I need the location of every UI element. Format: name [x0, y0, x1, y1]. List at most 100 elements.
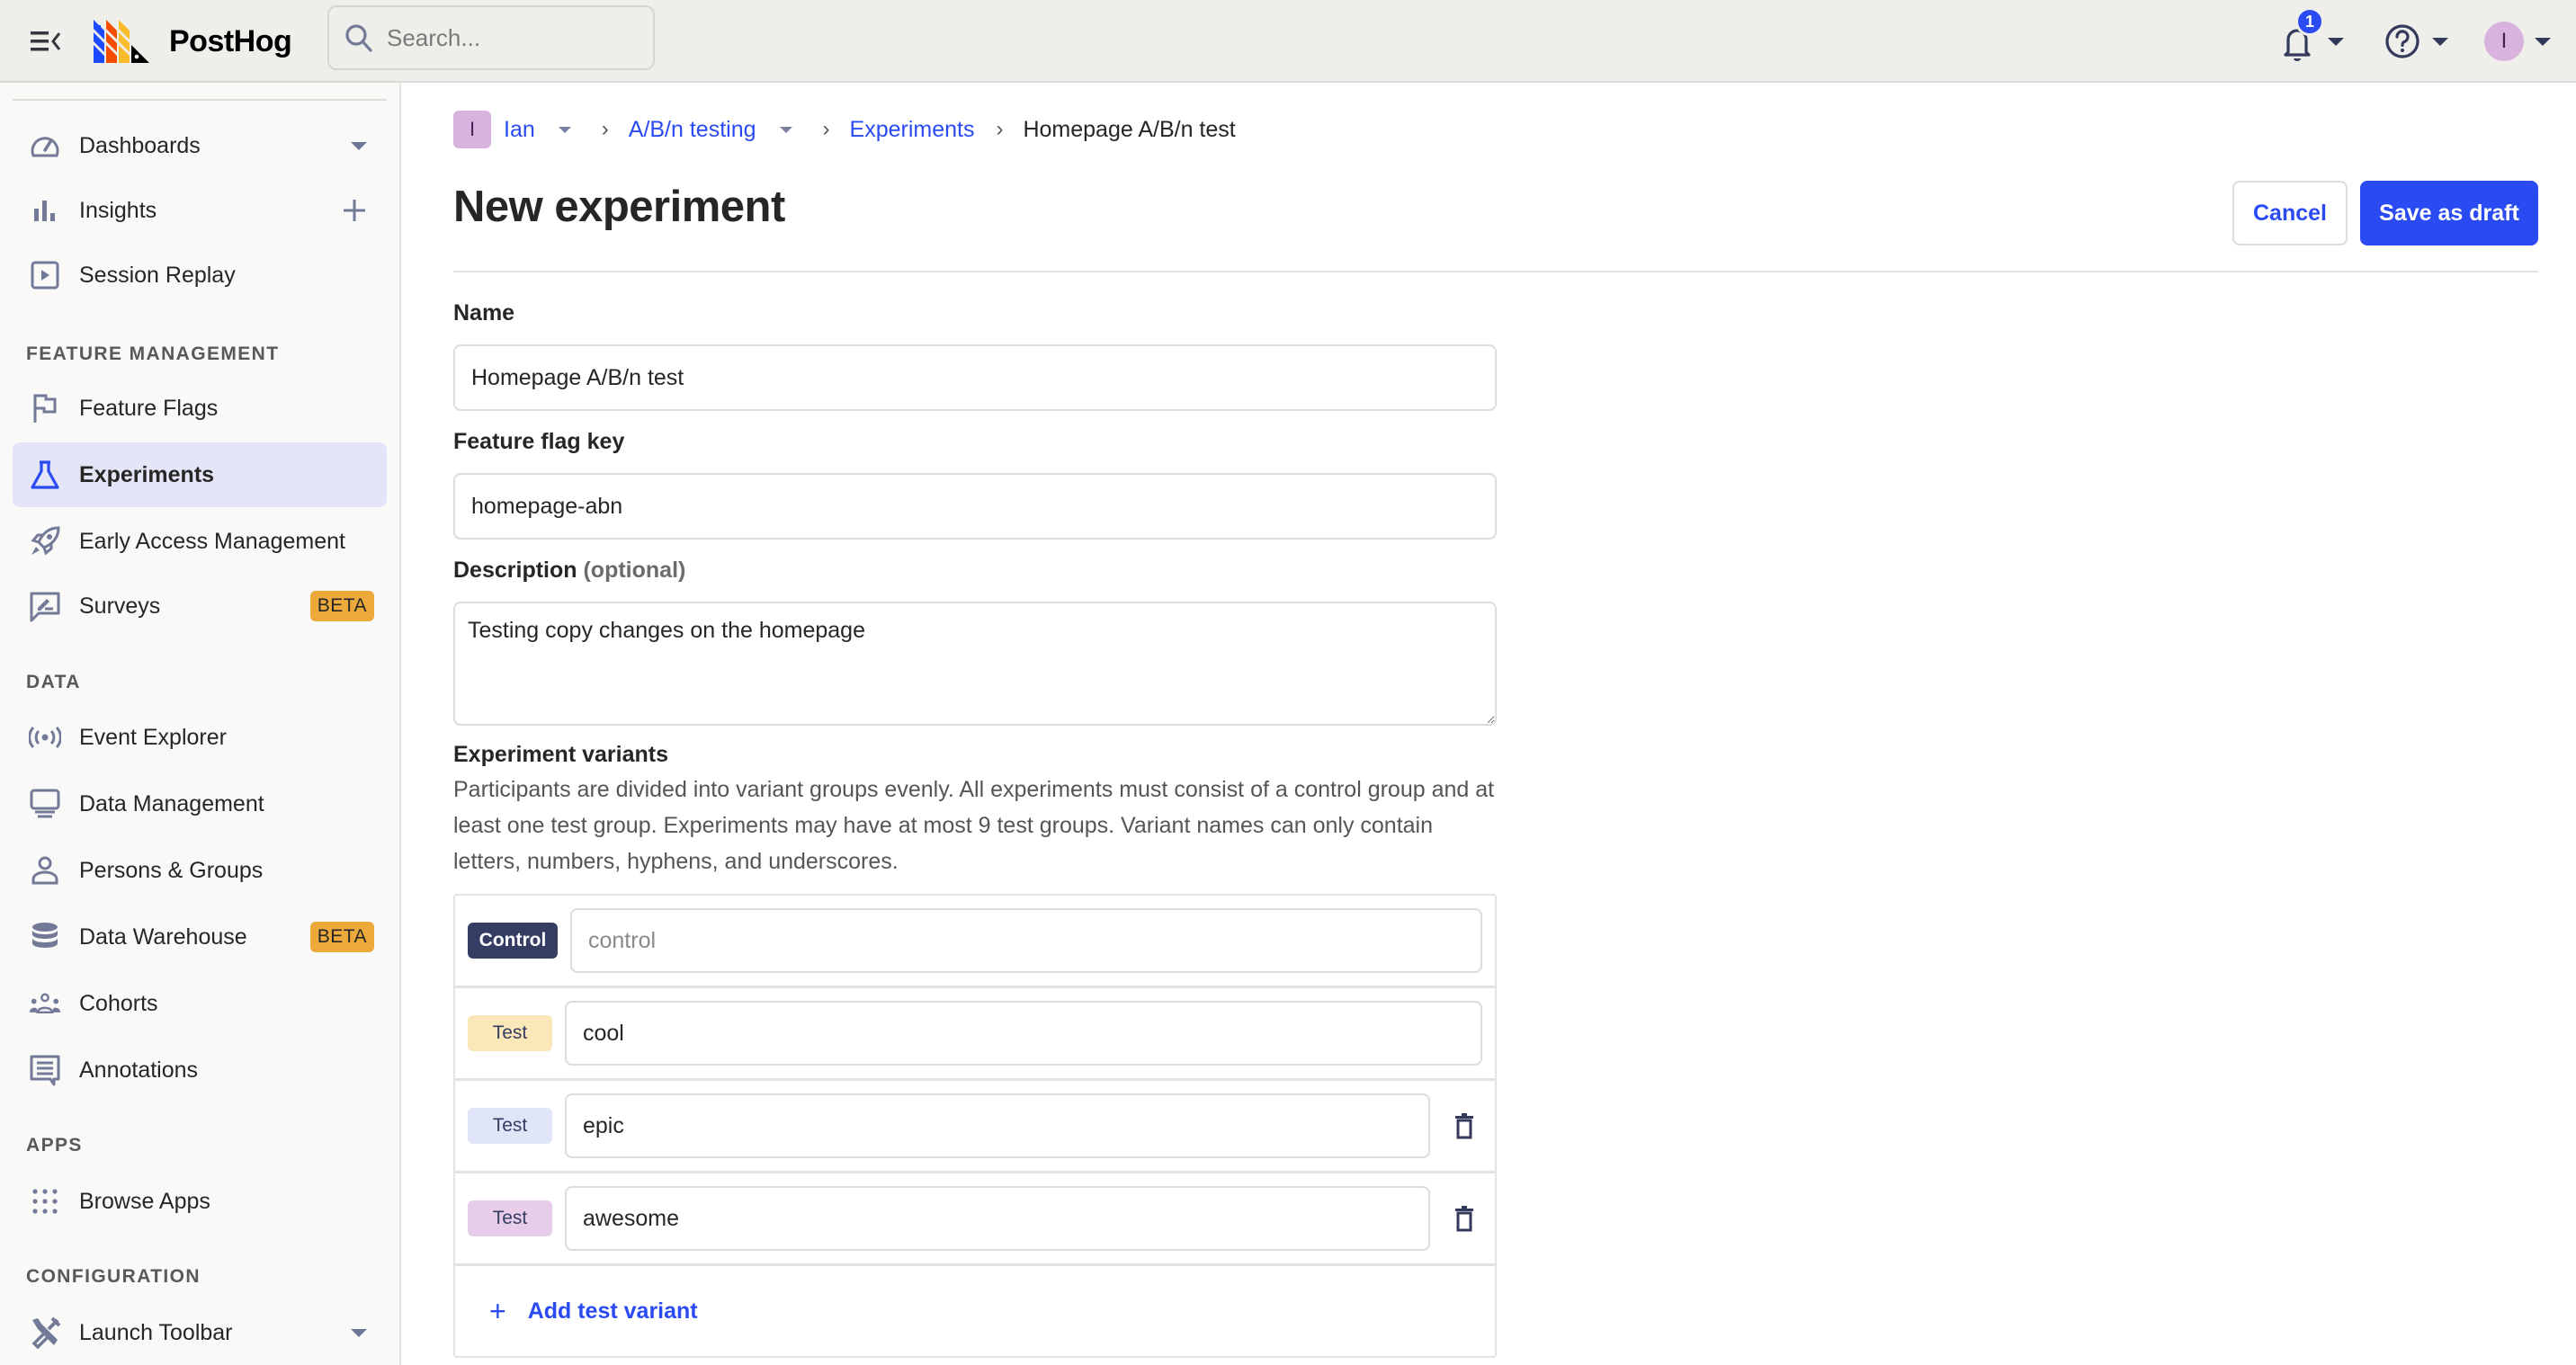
breadcrumb-organization[interactable]: Ian	[504, 117, 535, 143]
sidebar-item-annotations[interactable]: Annotations	[13, 1038, 387, 1102]
trash-icon	[1455, 1206, 1474, 1232]
experiment-variants-help: Participants are divided into variant gr…	[453, 777, 1495, 874]
sidebar-item-label: Data Warehouse	[79, 923, 247, 950]
chevron-down-icon[interactable]	[351, 141, 367, 150]
sidebar-item-surveys[interactable]: Surveys BETA	[13, 574, 387, 638]
chevron-down-icon[interactable]	[351, 1328, 367, 1337]
user-avatar: I	[2484, 22, 2524, 61]
chevron-down-icon	[2432, 37, 2448, 46]
sidebar-item-data-management[interactable]: Data Management	[13, 772, 387, 836]
section-title-apps: APPS	[26, 1135, 83, 1155]
sidebar-item-label: Early Access Management	[79, 528, 345, 554]
description-textarea[interactable]: Testing copy changes on the homepage	[453, 602, 1497, 726]
main-content: I Ian › A/B/n testing › Experiments › Ho…	[403, 85, 2576, 1365]
gauge-icon	[29, 129, 61, 162]
feature-flag-key-input[interactable]	[453, 473, 1497, 540]
variant-key-input[interactable]	[565, 1186, 1431, 1251]
variant-key-input[interactable]	[565, 1001, 1482, 1066]
variant-key-input[interactable]	[565, 1093, 1431, 1158]
variant-row-test: Test	[455, 988, 1495, 1081]
tools-icon	[29, 1316, 61, 1349]
sidebar-collapse-icon	[31, 31, 61, 51]
monitor-icon	[29, 788, 61, 820]
sidebar-item-persons-groups[interactable]: Persons & Groups	[13, 838, 387, 903]
sidebar: Dashboards Insights Session Replay FEATU…	[0, 83, 401, 1365]
sidebar-item-label: Browse Apps	[79, 1188, 210, 1214]
delete-variant-button[interactable]	[1446, 1108, 1482, 1144]
sidebar-item-label: Annotations	[79, 1057, 199, 1083]
sidebar-item-label: Dashboards	[79, 132, 201, 158]
notifications-button[interactable]: 1	[2277, 7, 2344, 67]
comment-icon	[29, 1054, 61, 1086]
test-badge: Test	[468, 1108, 552, 1144]
search-box[interactable]	[327, 5, 655, 70]
sidebar-item-browse-apps[interactable]: Browse Apps	[13, 1169, 387, 1234]
delete-variant-button[interactable]	[1446, 1200, 1482, 1236]
test-badge: Test	[468, 1200, 552, 1236]
chevron-right-icon: ›	[996, 117, 1004, 141]
posthog-logo[interactable]: PostHog	[94, 20, 292, 63]
top-bar: PostHog 1 I	[0, 0, 2576, 83]
help-button[interactable]	[2384, 16, 2448, 67]
sidebar-item-insights[interactable]: Insights	[13, 178, 387, 243]
breadcrumb: I Ian › A/B/n testing › Experiments › Ho…	[453, 110, 1236, 149]
sidebar-item-label: Session Replay	[79, 262, 236, 288]
variant-row-test: Test	[455, 1081, 1495, 1173]
sidebar-item-session-replay[interactable]: Session Replay	[13, 243, 387, 308]
sidebar-item-label: Data Management	[79, 790, 264, 816]
sidebar-toggle-button[interactable]	[27, 23, 63, 59]
database-icon	[29, 921, 61, 953]
sidebar-item-label: Experiments	[79, 461, 215, 487]
add-test-variant-button[interactable]: + Add test variant	[455, 1266, 1495, 1356]
breadcrumb-current: Homepage A/B/n test	[1023, 116, 1236, 142]
account-menu-button[interactable]: I	[2484, 16, 2551, 67]
rocket-icon	[29, 525, 61, 558]
chevron-down-icon	[2535, 37, 2551, 46]
beta-badge: BETA	[309, 922, 374, 952]
section-title-configuration: CONFIGURATION	[26, 1266, 201, 1287]
flag-icon	[29, 392, 61, 424]
cancel-button[interactable]: Cancel	[2232, 181, 2348, 245]
optional-hint: (optional)	[583, 558, 686, 583]
sidebar-item-label: Persons & Groups	[79, 857, 264, 883]
sidebar-item-cohorts[interactable]: Cohorts	[13, 971, 387, 1036]
app-name: PostHog	[169, 23, 292, 58]
sidebar-item-label: Cohorts	[79, 990, 158, 1016]
section-title-data: DATA	[26, 672, 81, 692]
name-input[interactable]	[453, 344, 1497, 411]
sidebar-item-label: Feature Flags	[79, 395, 219, 421]
save-as-draft-button[interactable]: Save as draft	[2360, 181, 2538, 245]
project-avatar: I	[453, 111, 491, 148]
breadcrumb-project[interactable]: A/B/n testing	[629, 117, 756, 143]
help-circle-icon	[2385, 24, 2419, 58]
survey-icon	[29, 590, 61, 622]
sidebar-item-early-access-management[interactable]: Early Access Management	[13, 509, 387, 574]
experiment-variants-label: Experiment variants	[453, 742, 668, 767]
chevron-down-icon[interactable]	[558, 126, 571, 133]
posthog-hedgehog-icon	[94, 20, 149, 63]
sidebar-item-feature-flags[interactable]: Feature Flags	[13, 376, 387, 441]
sidebar-item-data-warehouse[interactable]: Data Warehouse BETA	[13, 905, 387, 969]
bar-chart-icon	[29, 194, 61, 227]
variant-key-input[interactable]	[570, 908, 1482, 973]
section-title-feature-management: FEATURE MANAGEMENT	[26, 343, 280, 364]
chevron-down-icon[interactable]	[779, 126, 792, 133]
add-test-variant-label: Add test variant	[527, 1298, 698, 1324]
sidebar-item-launch-toolbar[interactable]: Launch Toolbar	[13, 1300, 387, 1365]
plus-icon[interactable]	[342, 198, 367, 223]
name-label: Name	[453, 300, 515, 326]
divider	[453, 271, 2538, 272]
notification-count-badge: 1	[2295, 7, 2324, 36]
beta-badge: BETA	[309, 591, 374, 621]
sidebar-item-event-explorer[interactable]: Event Explorer	[13, 705, 387, 770]
flask-icon	[29, 459, 61, 491]
breadcrumb-experiments[interactable]: Experiments	[850, 117, 975, 143]
search-input[interactable]	[387, 23, 630, 52]
chevron-right-icon: ›	[601, 117, 609, 141]
description-label-text: Description	[453, 558, 577, 583]
sidebar-item-experiments[interactable]: Experiments	[13, 442, 387, 507]
experiment-form: Name Feature flag key Description (optio…	[453, 291, 1497, 1358]
grid-dots-icon	[29, 1185, 61, 1218]
sidebar-item-dashboards[interactable]: Dashboards	[13, 113, 387, 178]
test-badge: Test	[468, 1015, 552, 1051]
